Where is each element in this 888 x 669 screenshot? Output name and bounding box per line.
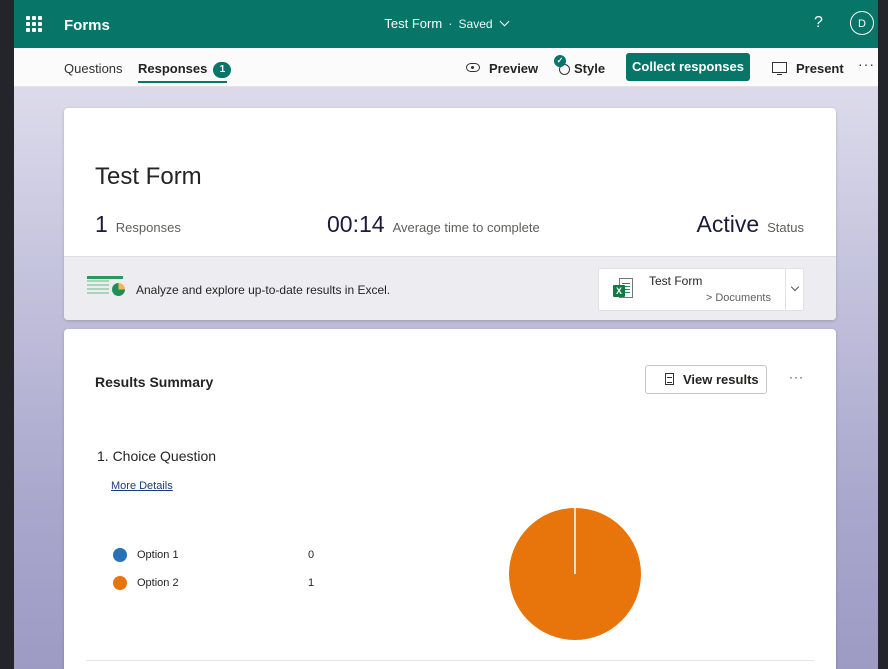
style-button[interactable]: ✓ Style — [554, 55, 606, 76]
average-time-value: 00:14 — [327, 211, 385, 237]
forms-app: Forms Test Form · Saved ? D Questions Resp… — [14, 0, 878, 669]
palette-icon: ✓ — [554, 55, 570, 75]
preview-label: Preview — [489, 61, 539, 76]
tab-responses-label: Responses — [138, 61, 208, 76]
monitor-icon — [772, 62, 787, 75]
form-title: Test Form — [95, 163, 202, 190]
view-results-button[interactable]: View results — [645, 365, 767, 394]
more-options-icon[interactable]: ··· — [789, 370, 804, 384]
excel-file-path: > Documents — [705, 292, 771, 304]
title-separator: · — [448, 16, 453, 31]
responses-stat: 1 Responses — [95, 211, 181, 238]
help-icon[interactable]: ? — [814, 14, 823, 32]
status-label: Status — [767, 220, 804, 235]
divider — [785, 269, 786, 310]
summary-card: Test Form 1 Responses 00:14 Average time t… — [64, 108, 836, 320]
legend-swatch — [113, 576, 127, 590]
tab-bar: Questions Responses 1 Preview ✓ Style Coll… — [14, 48, 878, 87]
more-details-link[interactable]: More Details — [111, 480, 173, 492]
results-pie-chart — [509, 508, 641, 640]
responses-label: Responses — [115, 220, 181, 235]
excel-file-picker[interactable]: X Test Form > Documents — [598, 268, 804, 311]
style-label: Style — [574, 61, 606, 76]
divider — [86, 660, 814, 661]
present-label: Present — [796, 61, 844, 76]
view-results-label: View results — [683, 372, 759, 387]
document-icon — [665, 373, 674, 385]
collect-responses-button[interactable]: Collect responses — [626, 53, 750, 81]
legend-label: Option 1 — [137, 549, 179, 561]
legend-count: 1 — [308, 577, 315, 589]
results-summary-title: Results Summary — [95, 374, 214, 390]
status-stat: Active Status — [697, 211, 805, 238]
excel-prompt: Analyze and explore up-to-date results i… — [136, 283, 391, 297]
more-options-icon[interactable]: ··· — [858, 56, 875, 72]
legend-swatch — [113, 548, 127, 562]
avatar[interactable]: D — [850, 11, 874, 35]
form-title-header[interactable]: Test Form · Saved — [14, 16, 878, 31]
legend-count: 0 — [308, 549, 315, 561]
present-button[interactable]: Present — [772, 61, 844, 76]
tab-responses[interactable]: Responses 1 — [138, 61, 232, 78]
average-time-stat: 00:14 Average time to complete — [327, 211, 540, 238]
responses-count-badge: 1 — [213, 62, 232, 78]
excel-file-icon: X — [613, 278, 635, 300]
tab-questions[interactable]: Questions — [64, 61, 123, 76]
eye-icon — [466, 63, 480, 72]
results-card: Results Summary View results ··· 1. Choi… — [64, 329, 836, 669]
question-title: 1. Choice Question — [97, 448, 217, 464]
form-title-text: Test Form — [384, 16, 443, 31]
top-bar: Forms Test Form · Saved ? D — [14, 0, 878, 48]
responses-value: 1 — [95, 211, 108, 237]
save-state: Saved — [458, 17, 493, 31]
spreadsheet-chart-icon — [87, 276, 127, 296]
average-time-label: Average time to complete — [392, 220, 540, 235]
excel-strip: Analyze and explore up-to-date results i… — [64, 256, 836, 320]
status-value: Active — [696, 211, 760, 237]
chevron-down-icon[interactable] — [790, 282, 800, 292]
chevron-down-icon[interactable] — [499, 16, 510, 27]
preview-button[interactable]: Preview — [466, 61, 538, 76]
legend-label: Option 2 — [137, 577, 179, 589]
excel-file-name: Test Form — [649, 274, 703, 288]
active-tab-indicator — [138, 81, 227, 83]
